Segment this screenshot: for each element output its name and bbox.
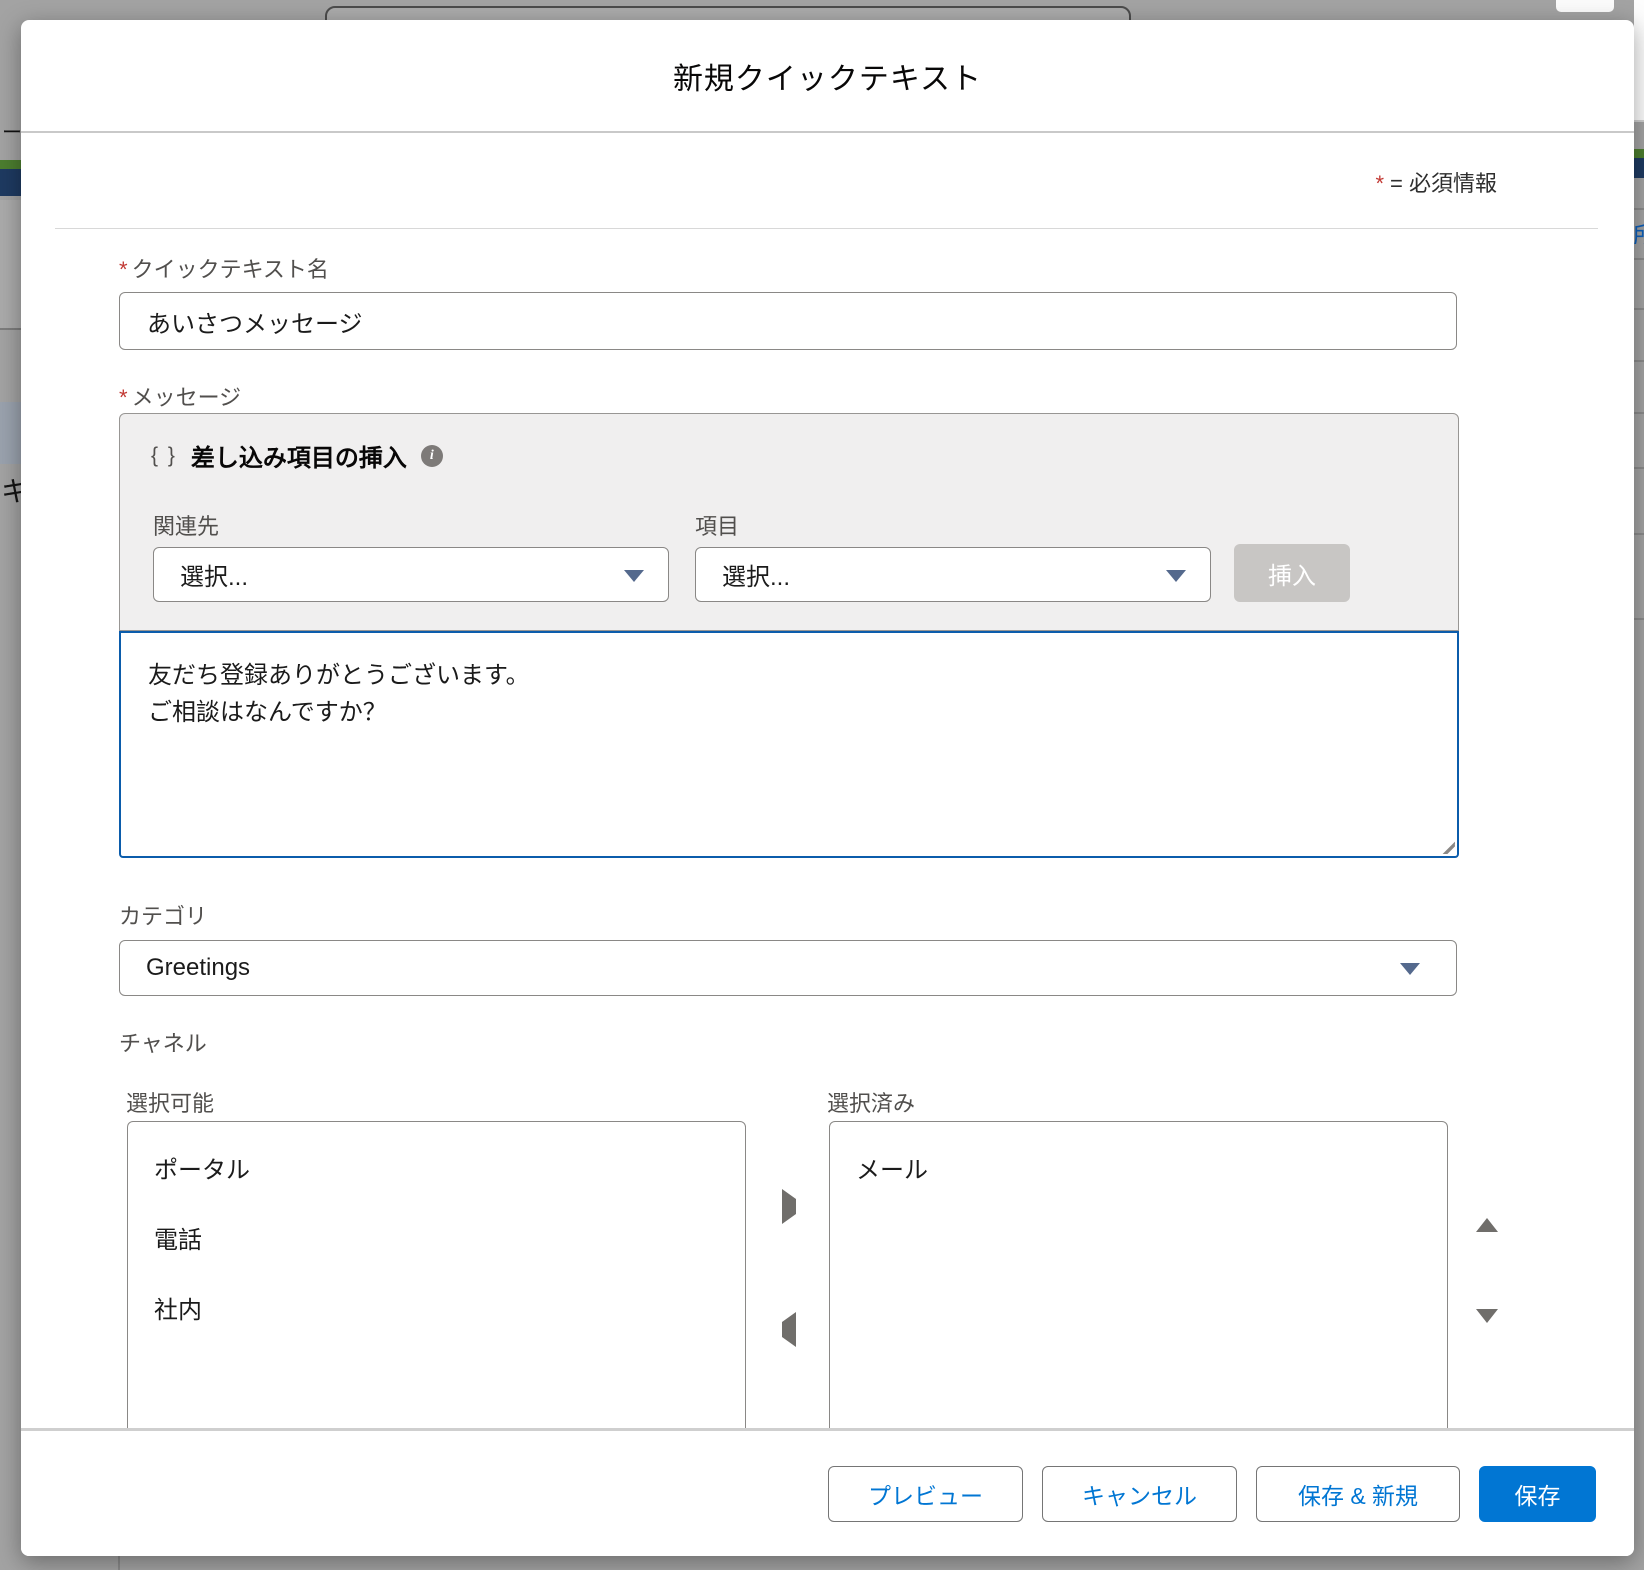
channel-label: チャネル: [119, 1026, 207, 1058]
background-panel-edge: [1634, 0, 1644, 122]
move-down-button[interactable]: [1474, 1317, 1500, 1343]
arrow-left-icon: [782, 1312, 796, 1347]
background-divider: [1634, 258, 1644, 260]
modal-footer: プレビュー キャンセル 保存 & 新規 保存: [21, 1428, 1634, 1556]
background-banner: [0, 169, 21, 196]
required-legend: *= 必須情報: [1375, 166, 1497, 198]
list-item[interactable]: ポータル: [128, 1132, 745, 1202]
chevron-down-icon: [1400, 963, 1420, 975]
arrow-up-icon: [1476, 1203, 1498, 1232]
arrow-right-icon: [782, 1189, 796, 1224]
chevron-down-icon: [1166, 570, 1186, 582]
quick-text-name-input[interactable]: [119, 292, 1457, 350]
name-label-text: クイックテキスト名: [132, 257, 329, 282]
braces-icon: { }: [151, 444, 177, 468]
background-divider: [1634, 412, 1644, 414]
screen: ー キ 所 新規クイックテキスト *= 必須情報 *クイックテキスト名: [0, 0, 1644, 1570]
message-textarea[interactable]: 友だち登録ありがとうございます。 ご相談はなんですか？: [121, 633, 1457, 856]
modal-title: 新規クイックテキスト: [673, 54, 982, 98]
background-band: [0, 200, 21, 328]
chevron-down-icon: [624, 570, 644, 582]
background-divider: [1634, 308, 1644, 310]
required-asterisk-icon: *: [119, 385, 128, 410]
background-chip: [1556, 0, 1614, 12]
modal-header: 新規クイックテキスト: [21, 20, 1634, 133]
required-asterisk-icon: *: [1375, 171, 1384, 196]
background-divider: [0, 328, 21, 330]
required-legend-text: = 必須情報: [1390, 171, 1497, 196]
field-select[interactable]: 選択...: [695, 547, 1211, 602]
section-divider: [55, 228, 1598, 229]
related-to-label: 関連先: [153, 509, 219, 541]
available-listbox: ポータル 電話 社内: [127, 1121, 746, 1428]
related-to-value: 選択...: [180, 557, 248, 592]
insert-button[interactable]: 挿入: [1234, 544, 1350, 602]
background-divider: [1634, 208, 1644, 210]
available-label: 選択可能: [126, 1086, 214, 1118]
background-text-fragment: キ: [1, 470, 21, 506]
new-quick-text-modal: 新規クイックテキスト *= 必須情報 *クイックテキスト名 *メッセージ { }…: [21, 20, 1634, 1556]
field-value: 選択...: [722, 557, 790, 592]
name-label: *クイックテキスト名: [119, 252, 329, 284]
merge-panel-header: { } 差し込み項目の挿入 i: [151, 438, 443, 473]
background-green-bar: [1634, 149, 1644, 158]
background-divider: [1634, 467, 1644, 469]
field-label: 項目: [695, 509, 739, 541]
merge-field-panel: { } 差し込み項目の挿入 i 関連先 選択... 項目 選択... 挿入: [119, 413, 1459, 631]
save-and-new-button[interactable]: 保存 & 新規: [1256, 1466, 1460, 1522]
merge-panel-title: 差し込み項目の挿入: [191, 438, 407, 473]
list-item[interactable]: 電話: [128, 1202, 745, 1272]
category-label: カテゴリ: [119, 899, 207, 931]
cancel-button[interactable]: キャンセル: [1042, 1466, 1237, 1522]
list-item[interactable]: メール: [830, 1132, 1447, 1202]
move-up-button[interactable]: [1474, 1197, 1500, 1223]
list-item[interactable]: 社内: [128, 1272, 745, 1342]
message-textarea-wrap: 友だち登録ありがとうございます。 ご相談はなんですか？: [119, 631, 1459, 858]
preview-button[interactable]: プレビュー: [828, 1466, 1023, 1522]
save-button[interactable]: 保存: [1479, 1466, 1596, 1522]
arrow-down-icon: [1476, 1309, 1498, 1338]
background-band: [0, 402, 21, 464]
background-banner: [1634, 158, 1644, 178]
category-select[interactable]: Greetings: [119, 940, 1457, 996]
background-divider: [1634, 533, 1644, 535]
background-text-fragment: 所: [1633, 216, 1644, 244]
background-green-bar: [0, 160, 21, 169]
required-asterisk-icon: *: [119, 257, 128, 282]
category-value: Greetings: [146, 954, 250, 982]
move-to-chosen-button[interactable]: [776, 1193, 802, 1219]
modal-body: *= 必須情報 *クイックテキスト名 *メッセージ { } 差し込み項目の挿入 …: [21, 135, 1634, 1428]
chosen-listbox: メール: [829, 1121, 1448, 1428]
resize-handle-icon[interactable]: [1439, 838, 1455, 854]
background-divider: [1634, 618, 1644, 620]
background-text-fragment: ー: [2, 116, 21, 138]
related-to-select[interactable]: 選択...: [153, 547, 669, 602]
move-to-available-button[interactable]: [776, 1316, 802, 1342]
message-label-text: メッセージ: [132, 385, 242, 410]
info-icon[interactable]: i: [421, 445, 443, 467]
message-label: *メッセージ: [119, 380, 241, 412]
chosen-label: 選択済み: [827, 1086, 915, 1118]
background-divider: [118, 1556, 120, 1570]
background-divider: [1634, 360, 1644, 362]
